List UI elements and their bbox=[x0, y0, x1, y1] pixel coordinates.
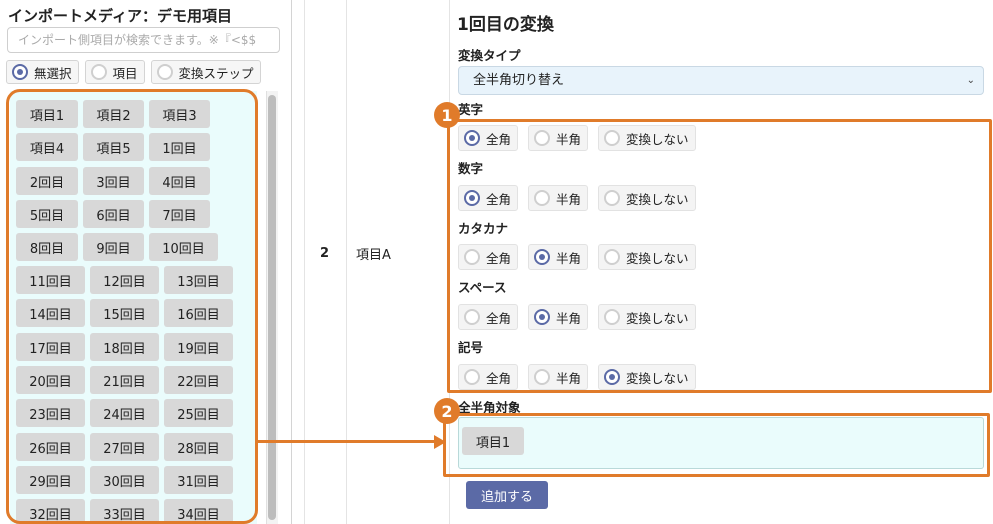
annotation-box-2 bbox=[443, 413, 990, 477]
mode-label: 変換ステップ bbox=[178, 65, 254, 81]
chevron-down-icon: ⌄ bbox=[966, 75, 975, 86]
annotation-badge-2: 2 bbox=[434, 398, 460, 424]
conversion-type-select[interactable]: 全半角切り替え ⌄ bbox=[458, 66, 984, 95]
row-number: 2 bbox=[320, 246, 330, 261]
mode-label: 項目 bbox=[112, 65, 138, 81]
annotation-box-1 bbox=[447, 119, 992, 393]
mode-step-radio[interactable]: 変換ステップ bbox=[150, 60, 261, 84]
search-input[interactable]: インポート側項目が検索できます。※『<$$ bbox=[7, 27, 280, 53]
row-item-name: 項目A bbox=[356, 248, 391, 263]
mode-item-radio[interactable]: 項目 bbox=[84, 60, 145, 84]
item-list-scroll-thumb[interactable] bbox=[268, 95, 276, 520]
add-button[interactable]: 追加する bbox=[466, 481, 548, 509]
mode-filter: 無選択 項目 変換ステップ bbox=[6, 60, 261, 84]
annotation-item-list-highlight bbox=[6, 89, 258, 524]
arrow-right-icon bbox=[434, 435, 446, 449]
table-divider bbox=[304, 0, 305, 524]
alpha-label: 英字 bbox=[458, 102, 484, 117]
annotation-badge-1: 1 bbox=[434, 102, 460, 128]
table-divider bbox=[346, 0, 347, 524]
mode-none-radio[interactable]: 無選択 bbox=[6, 60, 79, 84]
import-media-title: インポートメディア：デモ用項目 bbox=[8, 7, 232, 25]
conversion-title: 1回目の変換 bbox=[457, 15, 554, 35]
radio-icon bbox=[156, 64, 173, 80]
conversion-type-label: 変換タイプ bbox=[458, 48, 521, 63]
annotation-arrow-line bbox=[258, 440, 436, 443]
conversion-type-value: 全半角切り替え bbox=[473, 73, 565, 88]
radio-selected-icon bbox=[12, 64, 28, 80]
radio-icon bbox=[90, 64, 107, 80]
mode-label: 無選択 bbox=[34, 65, 72, 81]
